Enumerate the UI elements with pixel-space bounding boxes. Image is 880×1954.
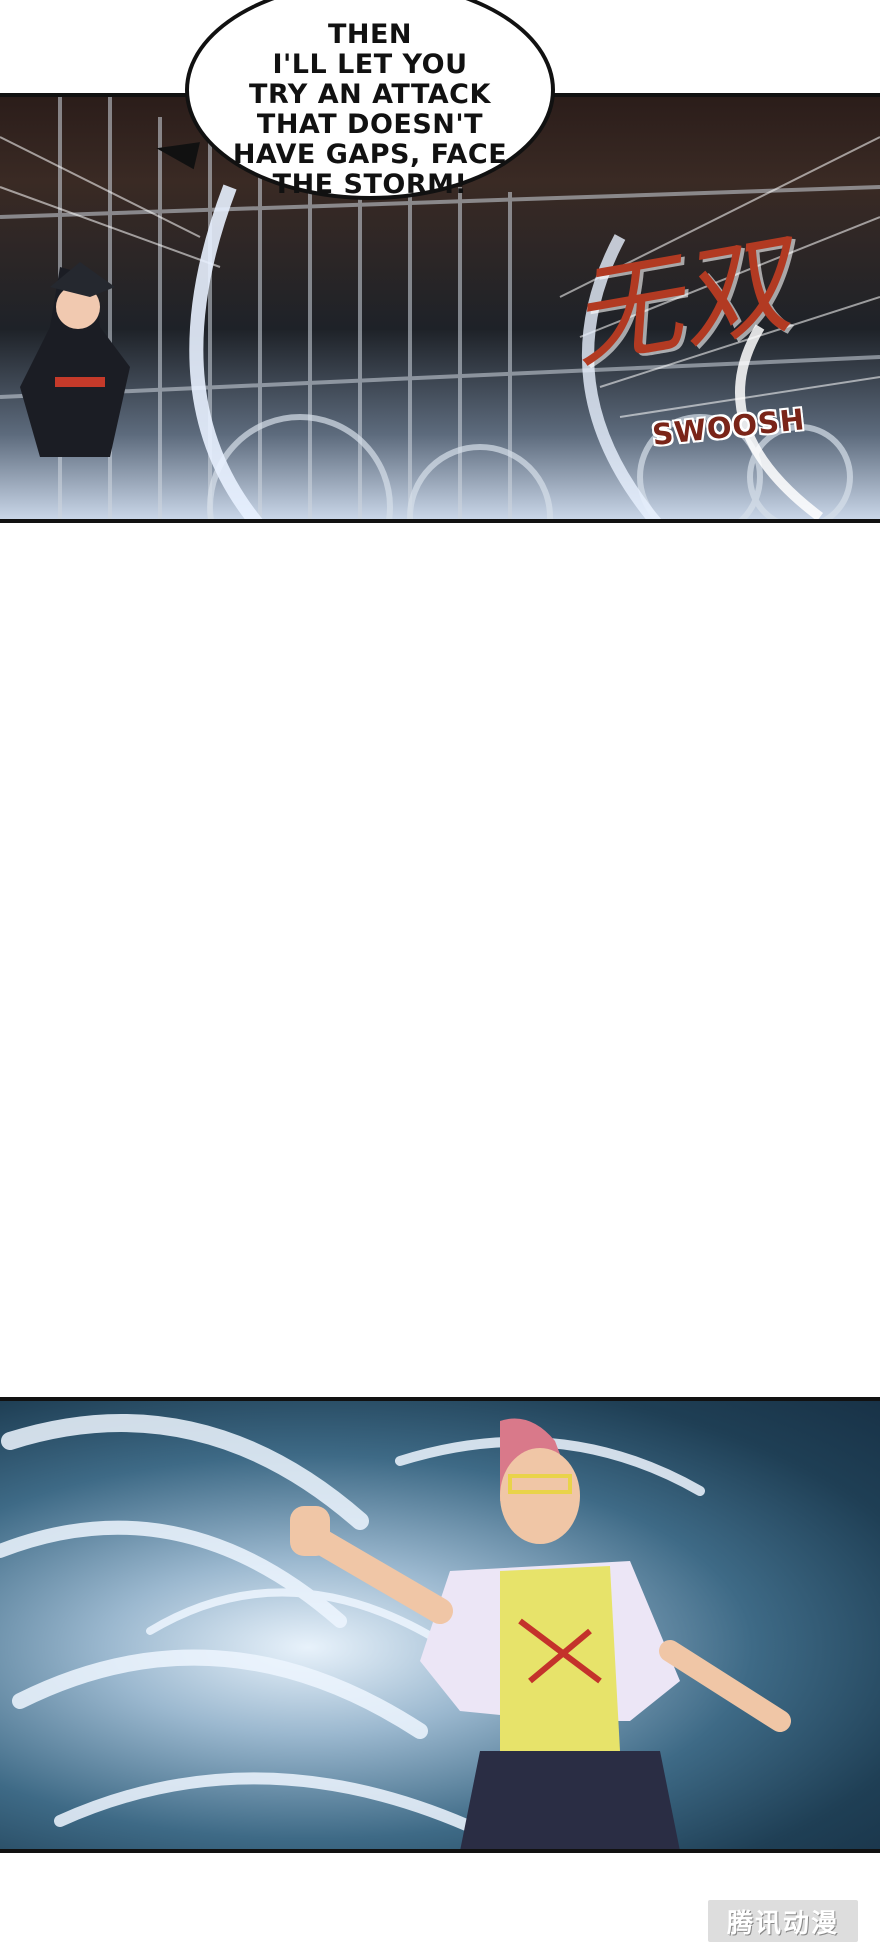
speech-text: THEN I'LL LET YOU TRY AN ATTACK THAT DOE… bbox=[232, 19, 508, 200]
watermark-text: 腾讯动漫 bbox=[726, 1908, 839, 1939]
panel-bottom-art bbox=[0, 1414, 791, 1849]
comic-panel-bottom bbox=[0, 1397, 880, 1853]
speech-bubble: THEN I'LL LET YOU TRY AN ATTACK THAT DOE… bbox=[185, 0, 555, 200]
watermark-logo: 腾讯动漫 bbox=[706, 1898, 860, 1944]
